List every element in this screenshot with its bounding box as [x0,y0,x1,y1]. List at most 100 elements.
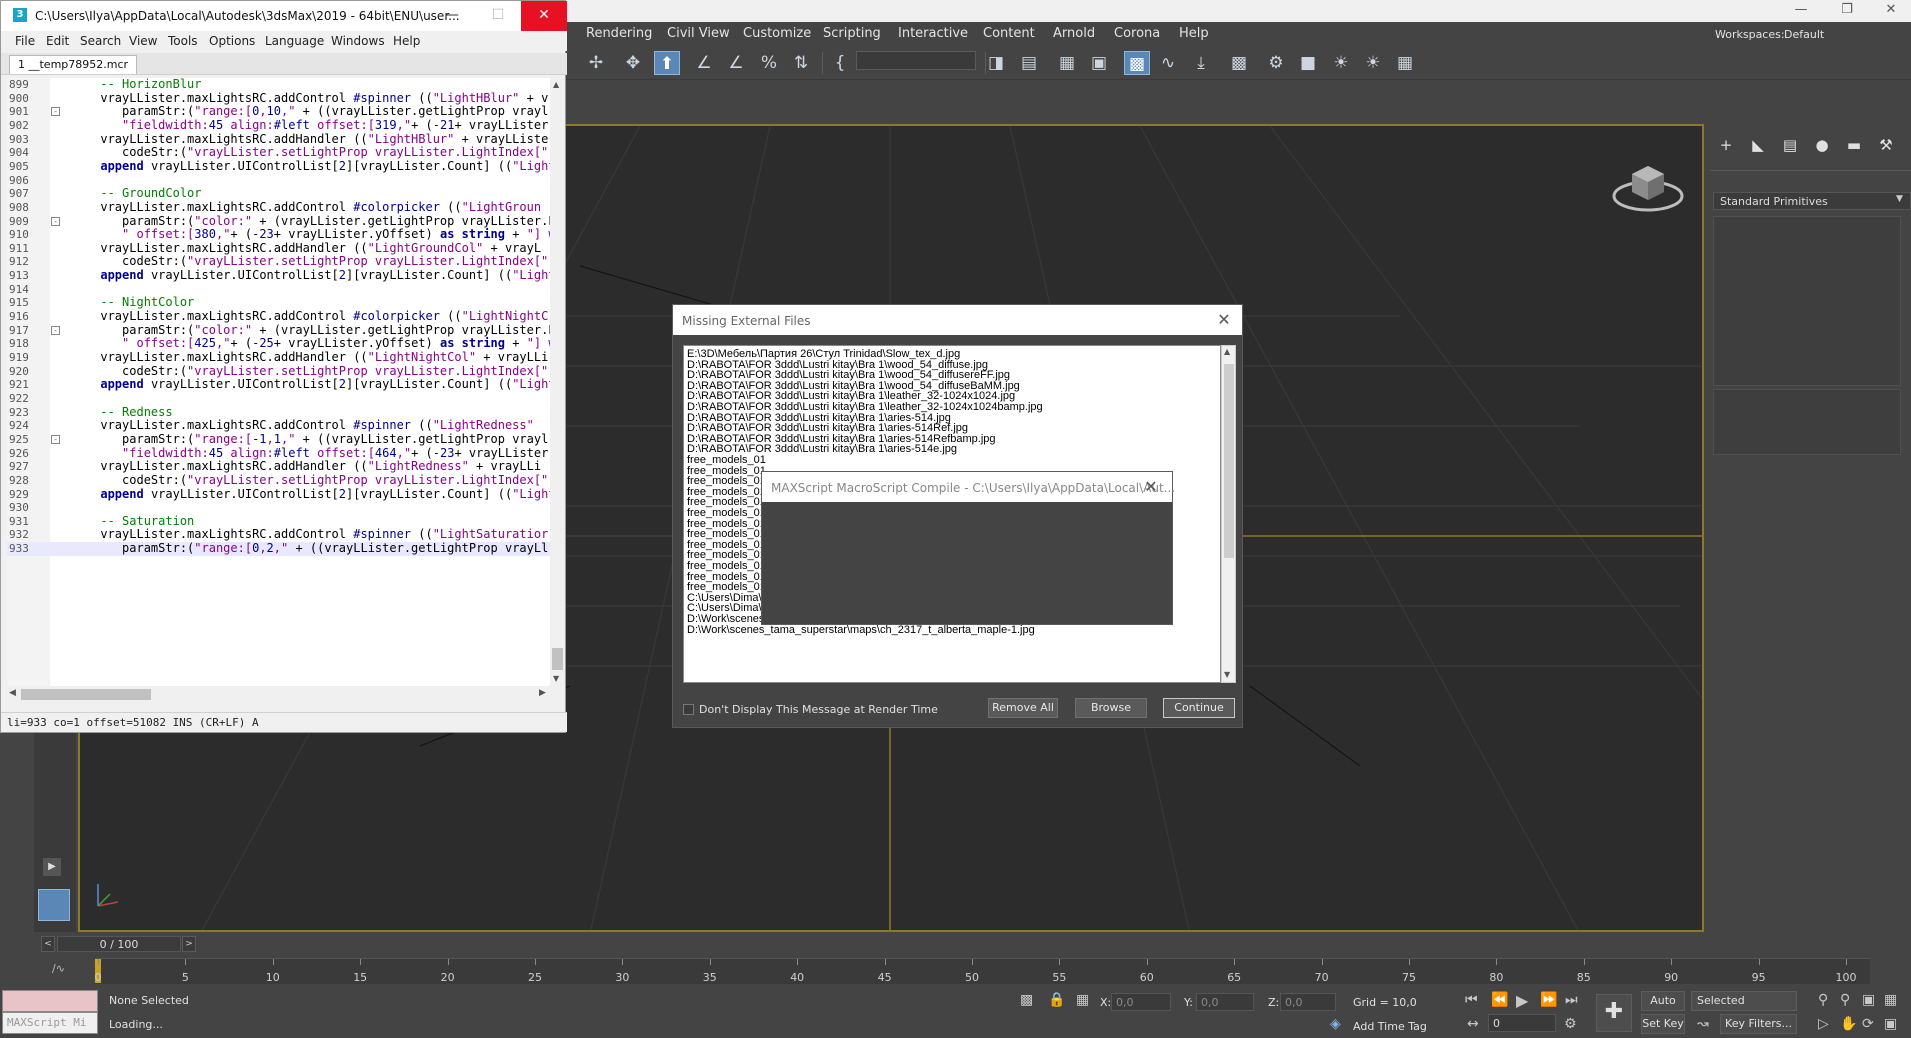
code-line[interactable]: 901- paramStr:("range:[0,10," + ((vrayLL… [7,104,552,119]
previous-frame-icon[interactable]: ⏪ [1491,992,1508,1008]
menu-scripting[interactable]: Scripting [823,26,881,41]
remove-all-button[interactable]: Remove All [988,698,1058,718]
code-line[interactable]: 907 -- GroundColor [7,186,552,201]
create-tab-icon[interactable]: + [1714,134,1738,156]
code-line[interactable]: 916 vrayLLister.maxLightsRC.addControl #… [7,309,552,324]
key-mode-icon[interactable]: ↔ [1467,1016,1479,1032]
code-line[interactable]: 908 vrayLLister.maxLightsRC.addControl #… [7,200,552,215]
select-object-icon[interactable]: ⬆ [654,51,680,75]
set-key-button[interactable]: Set Key [1641,1014,1685,1034]
scroll-down-icon[interactable]: ▼ [1224,670,1230,679]
editor-menu-file[interactable]: File [15,34,35,48]
schematic-view-icon[interactable]: ⤓ [1188,51,1214,75]
editor-menu-help[interactable]: Help [393,34,420,48]
editor-close-button[interactable]: ✕ [521,1,567,31]
code-line[interactable]: 900 vrayLLister.maxLightsRC.addControl #… [7,91,552,106]
editor-menu-tools[interactable]: Tools [168,34,198,48]
viewport-layout-icon[interactable] [38,889,70,921]
snap-2-5-icon[interactable]: ∠ [691,51,717,75]
y-coordinate-field[interactable]: 0,0 [1196,993,1254,1011]
trackbar[interactable]: 0 5 10 15 20 25 30 35 40 45 50 55 60 65 70 75 80 85 90 95 10… [95,958,1870,984]
scroll-up-icon[interactable]: ▲ [553,80,559,89]
code-line[interactable]: 902 "fieldwidth:45 align:#left offset:[3… [7,118,552,133]
editor-menu-edit[interactable]: Edit [46,34,69,48]
code-line[interactable]: 923 -- Redness [7,405,552,420]
code-line[interactable]: 910 " offset:[380,"+ (-23+ vrayLLister.y… [7,227,552,242]
mirror-icon[interactable]: ◨ [983,51,1009,75]
code-line[interactable]: 924 vrayLLister.maxLightsRC.addControl #… [7,418,552,433]
orbit-icon[interactable]: ⟳ [1862,1016,1874,1032]
code-line[interactable]: 917- paramStr:("color:" + (vrayLLister.g… [7,323,552,338]
play-animation-icon[interactable]: ▶ [1516,991,1528,1010]
code-line[interactable]: 927 vrayLLister.maxLightsRC.addHandler (… [7,459,552,474]
render-production-icon[interactable]: ☀ [1328,51,1354,75]
next-frame-icon[interactable]: ⏩ [1540,992,1557,1008]
render-frame-window-icon[interactable]: ▦ [1392,51,1418,75]
z-coordinate-field[interactable]: 0,0 [1280,993,1336,1011]
move-icon[interactable]: ✥ [620,51,646,75]
named-selection-icon[interactable]: { [827,51,853,75]
code-line[interactable]: 932 vrayLLister.maxLightsRC.addControl #… [7,528,552,542]
max-minimize-button[interactable]: — [1782,0,1820,22]
code-line[interactable]: 899 -- HorizonBlur [7,78,552,92]
mef-close-icon[interactable]: ✕ [1213,309,1235,331]
mef-list-scrollbar[interactable]: ▲ ▼ [1221,345,1236,683]
primitive-type-dropdown[interactable]: Standard Primitives [1713,192,1911,210]
ribbon-toggle-icon[interactable]: ▩ [1124,51,1150,75]
menu-rendering[interactable]: Rendering [586,26,652,41]
max-restore-button[interactable]: ❐ [1828,0,1866,22]
hierarchy-tab-icon[interactable]: ▤ [1778,134,1802,156]
absolute-mode-icon[interactable]: ▦ [1076,992,1089,1008]
named-selection-set-combo[interactable] [856,51,976,70]
menu-content[interactable]: Content [983,26,1035,41]
code-line[interactable]: 905 append vrayLLister.UIControlList[2][… [7,159,552,174]
code-line[interactable]: 912 codeStr:("vrayLLister.setLightProp v… [7,255,552,269]
scroll-right-icon[interactable]: ▶ [539,688,546,698]
dont-display-checkbox[interactable] [683,704,694,715]
key-filter-icon[interactable]: ↝ [1697,1016,1709,1032]
goto-start-icon[interactable]: ⏮ [1465,992,1478,1008]
mef-list-thumb[interactable] [1224,364,1234,558]
editor-menu-language[interactable]: Language [265,34,324,48]
align-icon[interactable]: ▤ [1016,51,1042,75]
max-close-button[interactable]: ✕ [1872,0,1910,22]
curve-editor-icon[interactable]: ∿ [1155,51,1181,75]
code-area[interactable]: 899 -- HorizonBlur 900 vrayLLister.maxLig… [7,78,552,686]
add-time-tag[interactable]: Add Time Tag [1353,1020,1427,1033]
code-line[interactable]: 913 append vrayLLister.UIControlList[2][… [7,268,552,283]
listener-output[interactable] [2,990,98,1012]
x-coordinate-field[interactable]: 0,0 [1111,993,1171,1011]
key-set-dropdown[interactable]: Selected [1691,991,1797,1011]
menu-arnold[interactable]: Arnold [1053,26,1095,41]
maximize-viewport-icon[interactable]: ▣ [1884,1016,1897,1032]
menu-civil-view[interactable]: Civil View [667,26,730,41]
zoom-all-icon[interactable]: ⚲ [1840,992,1850,1008]
listener-input[interactable]: MAXScript Mi [2,1012,98,1034]
code-line[interactable]: 918 " offset:[425,"+ (-25+ vrayLLister.y… [7,337,552,351]
editor-vertical-thumb[interactable] [552,648,563,670]
curve-editor-mini-icon[interactable]: ∕∿ [52,962,65,975]
code-line[interactable]: 922 [7,392,552,406]
auto-key-button[interactable]: Auto Key [1641,991,1685,1025]
render-iterative-icon[interactable]: ☀ [1360,51,1386,75]
code-line[interactable]: 926 "fieldwidth:45 align:#left offset:[4… [7,446,552,461]
key-filters-button[interactable]: Key Filters... [1720,1014,1797,1034]
code-line[interactable]: 928 codeStr:("vrayLLister.setLightProp v… [7,473,552,488]
scroll-down-icon[interactable]: ▼ [553,674,559,683]
code-line[interactable]: 903 vrayLLister.maxLightsRC.addHandler (… [7,132,552,147]
zoom-icon[interactable]: ⚲ [1818,992,1828,1008]
scroll-left-icon[interactable]: ◀ [9,688,16,698]
code-line[interactable]: 920 codeStr:("vrayLLister.setLightProp v… [7,364,552,379]
current-frame-field[interactable]: 0 [1488,1014,1556,1032]
editor-menu-search[interactable]: Search [80,34,121,48]
time-tag-icon[interactable]: ◈ [1330,1016,1341,1032]
utilities-tab-icon[interactable]: ⚒ [1874,134,1898,156]
editor-horizontal-thumb[interactable] [21,689,151,700]
motion-tab-icon[interactable]: ● [1810,134,1834,156]
time-slider-next-button[interactable]: > [182,936,196,952]
editor-vertical-scrollbar[interactable]: ▲ ▼ [550,78,565,686]
menu-interactive[interactable]: Interactive [898,26,968,41]
angle-snap-icon[interactable]: ∠ [723,51,749,75]
zoom-extents-all-icon[interactable]: ▦ [1884,992,1897,1008]
continue-button[interactable]: Continue [1163,698,1235,718]
